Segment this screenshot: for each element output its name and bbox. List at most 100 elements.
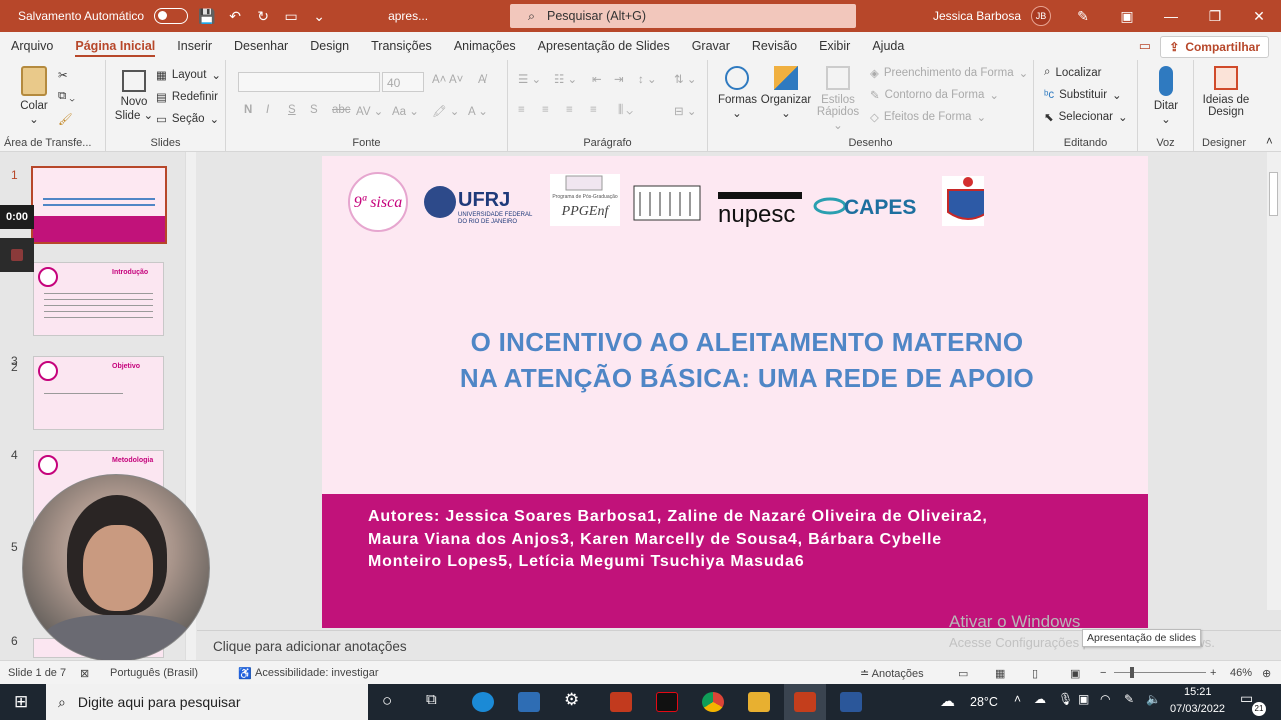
strikethrough-icon[interactable]: abc — [332, 104, 351, 116]
edge-icon[interactable] — [472, 692, 494, 712]
store-icon[interactable] — [518, 692, 540, 712]
zoom-slider[interactable] — [1114, 667, 1206, 678]
current-slide[interactable]: 9ª sisca UFRJ UNIVERSIDADE FEDERAL DO RI… — [322, 156, 1148, 628]
authors-text[interactable]: Autores: Jessica Soares Barbosa1, Zaline… — [368, 506, 1068, 574]
design-ideas-button[interactable]: Ideias de Design — [1198, 66, 1254, 118]
chrome-icon[interactable] — [702, 692, 724, 712]
tab-revisao[interactable]: Revisão — [741, 32, 808, 60]
share-button[interactable]: ⇪ Compartilhar — [1160, 36, 1269, 58]
powerpoint-taskbar-active[interactable] — [784, 684, 826, 720]
slide-sorter-icon[interactable]: ▦ — [995, 667, 1005, 680]
redo-icon[interactable]: ↻ — [254, 8, 272, 25]
replace-button[interactable]: ᵇc Substituir ⌄ — [1044, 88, 1122, 102]
tab-pagina-inicial[interactable]: Página Inicial — [64, 32, 166, 60]
slide-scrollbar[interactable] — [1267, 152, 1281, 610]
close-button[interactable]: ✕ — [1237, 8, 1281, 25]
font-family-select[interactable] — [238, 72, 380, 92]
customize-qat-icon[interactable]: ⌄ — [310, 8, 328, 25]
justify-icon[interactable]: ≡ — [590, 104, 597, 116]
shapes-button[interactable]: Formas ⌄ — [718, 66, 757, 120]
tab-animacoes[interactable]: Animações — [443, 32, 527, 60]
tab-ajuda[interactable]: Ajuda — [861, 32, 915, 60]
file-explorer-icon[interactable] — [748, 692, 770, 712]
reset-button[interactable]: ▤ Redefinir — [156, 90, 218, 104]
shape-fill-button[interactable]: ◈ Preenchimento da Forma ⌄ — [870, 66, 1028, 80]
slide-counter[interactable]: Slide 1 de 7 — [8, 667, 66, 679]
find-button[interactable]: ⌕ Localizar — [1044, 66, 1101, 79]
slide-title[interactable]: O INCENTIVO AO ALEITAMENTO MATERNO NA AT… — [422, 324, 1072, 396]
underline-icon[interactable]: S — [288, 104, 296, 116]
clear-format-icon[interactable]: A̸ — [478, 74, 486, 86]
taskbar-search-input[interactable]: ⌕ Digite aqui para pesquisar — [46, 684, 368, 720]
zoom-in-icon[interactable]: + — [1210, 667, 1216, 679]
settings-icon[interactable]: ⚙ — [564, 690, 579, 710]
grow-font-icon[interactable]: A˄ A˅ — [432, 74, 463, 86]
tab-transicoes[interactable]: Transições — [360, 32, 443, 60]
minimize-button[interactable]: — — [1149, 8, 1193, 24]
text-direction-icon[interactable]: ⇅ ⌄ — [674, 72, 696, 86]
tab-apresentacao[interactable]: Apresentação de Slides — [527, 32, 681, 60]
task-view-icon[interactable]: ⧉ — [426, 691, 437, 708]
onedrive-icon[interactable]: ☁ — [1034, 692, 1046, 706]
bold-icon[interactable]: N — [244, 104, 252, 116]
reading-view-icon[interactable]: ▯ — [1032, 667, 1038, 680]
slide-thumbnail-2[interactable]: Introdução — [33, 262, 164, 336]
save-icon[interactable]: 💾 — [198, 8, 216, 25]
undo-icon[interactable]: ↶ — [226, 8, 244, 25]
shape-effects-button[interactable]: ◇ Efeitos de Forma ⌄ — [870, 110, 986, 124]
slideshow-icon[interactable]: ▣ — [1070, 667, 1080, 680]
ribbon-display-icon[interactable]: ▣ — [1105, 8, 1149, 25]
zoom-level[interactable]: 46% — [1230, 667, 1252, 679]
align-left-icon[interactable]: ≡ — [518, 104, 525, 116]
align-right-icon[interactable]: ≡ — [566, 104, 573, 116]
record-stop-button[interactable] — [0, 238, 34, 272]
align-text-icon[interactable]: ⊟ ⌄ — [674, 104, 696, 118]
shadow-icon[interactable]: S — [310, 104, 318, 116]
case-icon[interactable]: Aa ⌄ — [392, 104, 419, 118]
microphone-tray-icon[interactable]: 🎙 — [1058, 692, 1073, 706]
pen-icon[interactable]: ✎ — [1061, 8, 1105, 25]
tab-exibir[interactable]: Exibir — [808, 32, 861, 60]
tab-arquivo[interactable]: Arquivo — [0, 32, 64, 60]
tab-desenhar[interactable]: Desenhar — [223, 32, 299, 60]
copy-icon[interactable]: ⧉ ⌄ — [58, 90, 75, 103]
section-button[interactable]: ▭ Seção ⌄ — [156, 112, 219, 126]
tab-design[interactable]: Design — [299, 32, 360, 60]
zoom-out-icon[interactable]: − — [1100, 667, 1106, 679]
clock-date[interactable]: 07/03/2022 — [1170, 703, 1225, 715]
word-icon[interactable] — [840, 692, 862, 712]
comments-icon[interactable]: ▭ — [1139, 38, 1151, 54]
new-slide-button[interactable]: Novo Slide ⌄ — [114, 66, 154, 122]
autosave-toggle[interactable] — [154, 8, 189, 24]
maximize-button[interactable]: ❐ — [1193, 8, 1237, 25]
search-input[interactable]: ⌕ Pesquisar (Alt+G) — [510, 4, 856, 28]
scrollbar-thumb[interactable] — [1269, 172, 1278, 216]
spacing-icon[interactable]: AV ⌄ — [356, 104, 383, 118]
tab-inserir[interactable]: Inserir — [166, 32, 223, 60]
quick-styles-button[interactable]: Estilos Rápidos ⌄ — [816, 66, 860, 132]
windows-start-icon[interactable]: ⊞ — [14, 692, 28, 712]
slide-thumbnail-3[interactable]: Objetivo — [33, 356, 164, 430]
tray-chevron-icon[interactable]: ˄ — [1014, 692, 1021, 706]
dictate-button[interactable]: Ditar ⌄ — [1148, 66, 1184, 126]
normal-view-icon[interactable]: ▭ — [958, 667, 968, 680]
document-name[interactable]: apres... — [388, 9, 428, 23]
present-from-start-icon[interactable]: ▭ — [282, 8, 300, 25]
font-size-select[interactable]: 40 — [382, 72, 424, 92]
shape-outline-button[interactable]: ✎ Contorno da Forma ⌄ — [870, 88, 999, 102]
temperature[interactable]: 28°C — [970, 695, 998, 709]
select-button[interactable]: ⬉ Selecionar ⌄ — [1044, 110, 1128, 124]
layout-button[interactable]: ▦ Layout ⌄ — [156, 68, 221, 82]
user-name[interactable]: Jessica Barbosa — [933, 9, 1021, 23]
notifications-icon[interactable]: ▭ — [1240, 690, 1253, 707]
italic-icon[interactable]: I — [266, 104, 269, 116]
weather-icon[interactable]: ☁ — [940, 692, 955, 710]
columns-icon[interactable]: ⫼ ⌄ — [618, 104, 633, 117]
numbering-icon[interactable]: ☷ ⌄ — [554, 72, 577, 86]
notes-button[interactable]: ≐ Anotações — [860, 667, 924, 680]
arrange-button[interactable]: Organizar ⌄ — [760, 66, 812, 120]
format-painter-icon[interactable]: 🖌 — [58, 112, 73, 126]
cortana-icon[interactable]: ○ — [382, 691, 392, 711]
wifi-icon[interactable]: ◠ — [1100, 692, 1110, 706]
office-icon[interactable] — [610, 692, 632, 712]
